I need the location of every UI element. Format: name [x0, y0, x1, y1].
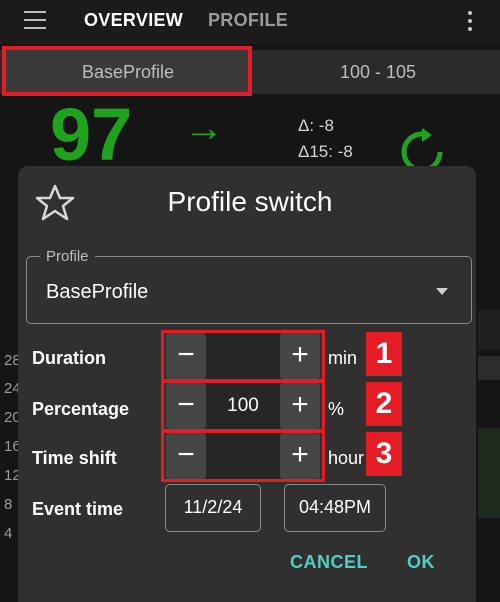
dialog-title: Profile switch	[167, 186, 333, 217]
profile-field-label: Profile	[40, 248, 95, 265]
annotation-badge: 3	[366, 432, 402, 476]
delta-value: Δ: -8	[298, 116, 334, 135]
annotation-badge: 1	[366, 332, 402, 376]
trend-arrow-icon: →	[184, 106, 224, 150]
cancel-button[interactable]: CANCEL	[290, 552, 368, 573]
target-range-button[interactable]: 100 - 105	[260, 50, 496, 94]
event-time-label: Event time	[32, 499, 124, 519]
dropdown-caret-icon[interactable]	[436, 288, 448, 295]
duration-label: Duration	[32, 348, 106, 368]
profile-select-value: BaseProfile	[46, 281, 149, 303]
highlight-box	[161, 330, 325, 382]
axis-tick: 4	[4, 525, 13, 542]
highlight-box	[2, 46, 252, 96]
timeshift-unit: hour	[328, 448, 365, 468]
percentage-label: Percentage	[32, 399, 130, 419]
highlight-box	[161, 380, 325, 432]
event-date-button[interactable]: 11/2/24	[165, 484, 261, 532]
annotation-badge: 2	[366, 382, 402, 426]
event-time-button[interactable]: 04:48PM	[284, 484, 386, 532]
side-strip	[478, 428, 500, 518]
ok-button[interactable]: OK	[407, 552, 435, 573]
delta15-value: Δ15: -8	[298, 142, 353, 161]
hamburger-icon[interactable]	[24, 11, 46, 29]
axis-tick: 8	[4, 496, 13, 513]
tab-overview[interactable]: OVERVIEW	[84, 10, 183, 31]
duration-unit: min	[328, 348, 358, 368]
side-strip	[478, 310, 500, 350]
tab-profile[interactable]: PROFILE	[208, 10, 288, 31]
percentage-unit: %	[328, 399, 345, 419]
more-vert-icon[interactable]	[466, 11, 474, 31]
highlight-box	[161, 430, 325, 482]
side-strip	[478, 356, 500, 380]
bg-value: 97	[50, 93, 133, 176]
timeshift-label: Time shift	[32, 448, 117, 468]
app-toolbar: OVERVIEW PROFILE	[0, 0, 500, 44]
